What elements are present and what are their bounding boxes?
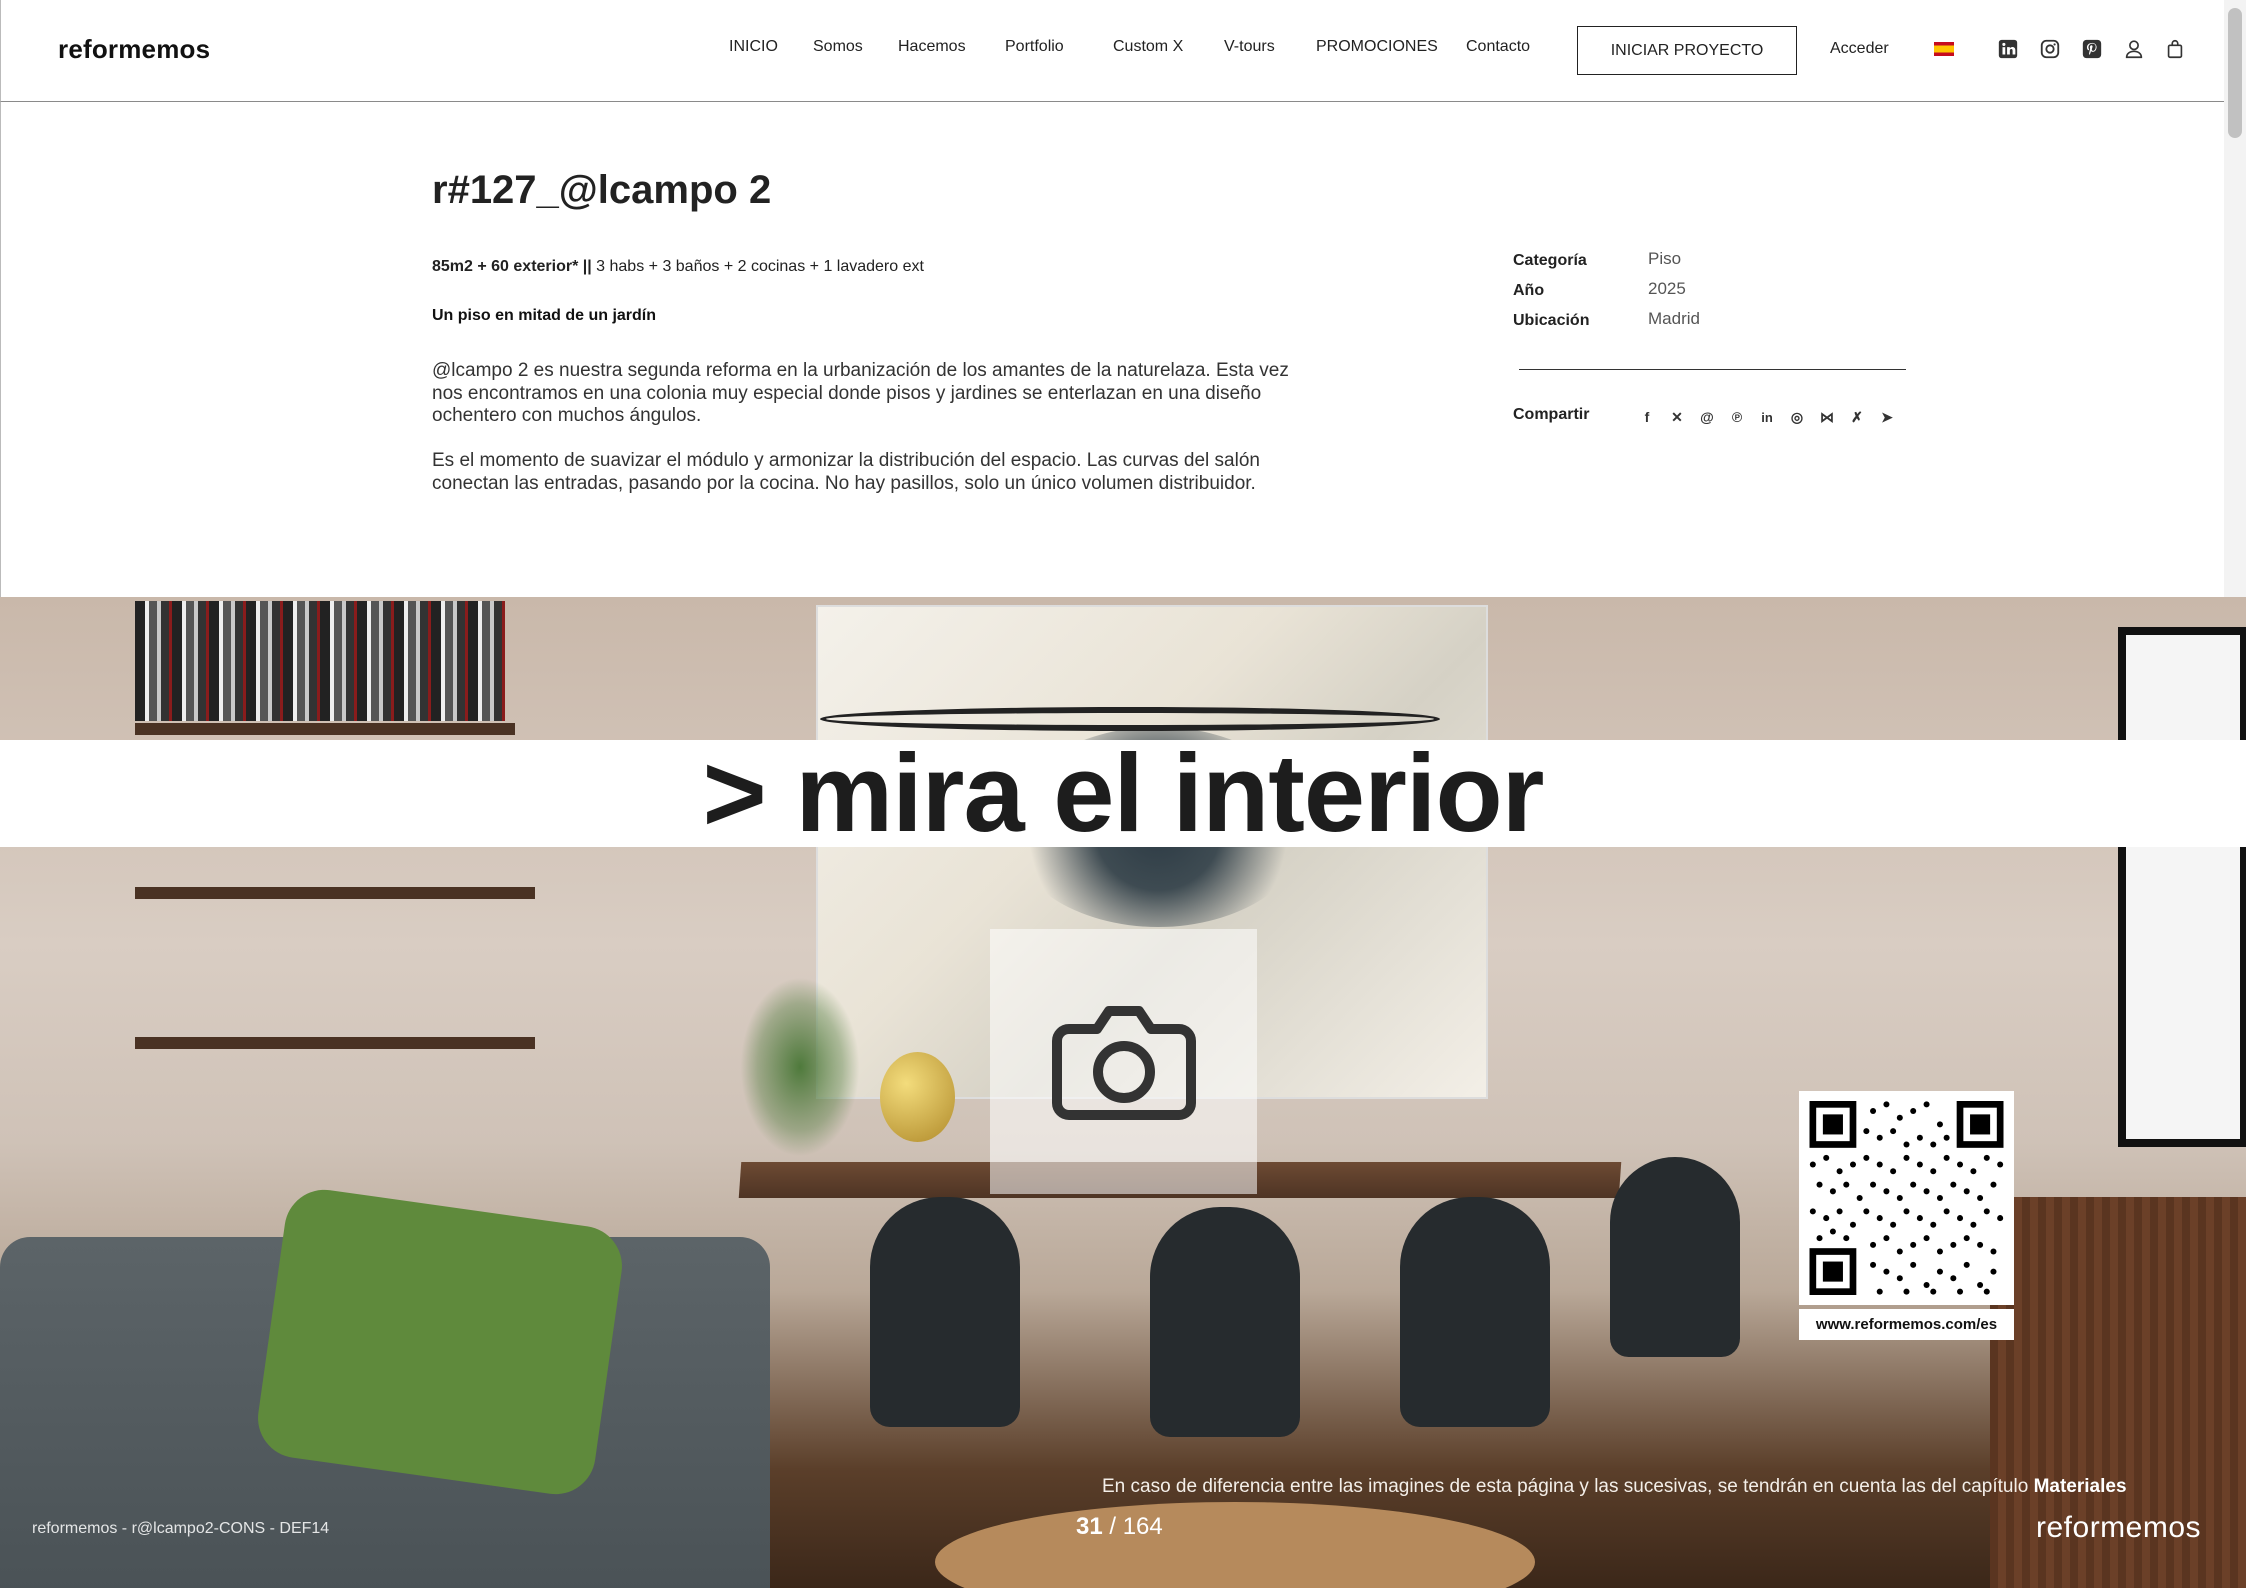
gold-vase xyxy=(880,1052,955,1142)
page-counter: 31 / 164 xyxy=(1076,1513,1163,1541)
plant xyxy=(740,977,860,1157)
pendant-lamp xyxy=(820,707,1440,731)
footer-logo: reformemos xyxy=(2036,1511,2202,1544)
disclaimer-bold: Materiales xyxy=(2033,1476,2127,1497)
shelf xyxy=(135,1037,535,1049)
meta-key: Año xyxy=(1513,282,1545,299)
camera-icon[interactable] xyxy=(990,929,1257,1194)
site-header: reformemos INICIO Somos Hacemos Portfoli… xyxy=(0,0,2224,102)
main-nav: INICIO Somos Hacemos Portfolio Custom X … xyxy=(1,38,2224,64)
nav-portfolio[interactable]: Portfolio xyxy=(1005,38,1064,56)
meta-key: Categoría xyxy=(1513,252,1587,269)
specs-rooms: 3 habs + 3 baños + 2 cocinas + 1 lavader… xyxy=(591,258,924,275)
facebook-icon[interactable]: f xyxy=(1638,408,1656,426)
instagram-icon[interactable] xyxy=(2039,38,2061,60)
nav-inicio[interactable]: INICIO xyxy=(729,38,778,56)
nav-promociones[interactable]: PROMOCIONES xyxy=(1316,38,1438,56)
meta-value: 2025 xyxy=(1648,279,1686,298)
bookshelf-books xyxy=(135,601,505,721)
pinterest-icon[interactable]: ℗ xyxy=(1728,408,1746,426)
chair xyxy=(1150,1207,1300,1437)
disclaimer-text: En caso de diferencia entre las imagines… xyxy=(1102,1476,2034,1497)
meta-key: Ubicación xyxy=(1513,312,1590,329)
qr-code-graphic xyxy=(1809,1101,2004,1295)
page-current: 31 xyxy=(1076,1513,1103,1540)
nav-somos[interactable]: Somos xyxy=(813,38,863,56)
xing-icon[interactable]: ✗ xyxy=(1848,408,1866,426)
x-icon[interactable]: ✕ xyxy=(1668,408,1686,426)
telegram-icon[interactable]: ➤ xyxy=(1878,408,1896,426)
shelf xyxy=(135,723,515,735)
camera-glyph xyxy=(1051,1006,1196,1120)
green-pillow xyxy=(252,1184,628,1500)
start-project-button[interactable]: INICIAR PROYECTO xyxy=(1577,26,1797,75)
nav-v-tours[interactable]: V-tours xyxy=(1224,38,1275,56)
banner-text[interactable]: > mira el interior xyxy=(0,739,2246,849)
linkedin-icon[interactable] xyxy=(1997,38,2019,60)
project-description: @lcampo 2 es nuestra segunda reforma en … xyxy=(432,360,1312,518)
bluesky-icon[interactable]: ⋈ xyxy=(1818,408,1836,426)
project-tagline: Un piso en mitad de un jardín xyxy=(432,307,657,324)
description-paragraph-2: Es el momento de suavizar el módulo y ar… xyxy=(432,450,1260,494)
meta-divider xyxy=(1519,369,1906,370)
project-title: r#127_@lcampo 2 xyxy=(432,168,772,212)
meta-value: Madrid xyxy=(1648,309,1700,328)
interior-hero-image: > mira el interior www.reformemos.com/es… xyxy=(0,597,2246,1588)
project-content xyxy=(0,102,2224,597)
scrollbar-thumb[interactable] xyxy=(2228,8,2242,138)
nav-contacto[interactable]: Contacto xyxy=(1466,38,1530,56)
qr-code[interactable] xyxy=(1799,1091,2014,1305)
whatsapp-icon[interactable]: ◎ xyxy=(1788,408,1806,426)
chair xyxy=(870,1197,1020,1427)
shelf xyxy=(135,887,535,899)
page-total: / 164 xyxy=(1102,1513,1163,1540)
interior-banner[interactable]: > mira el interior xyxy=(0,739,2246,849)
footer-code: reformemos - r@lcampo2-CONS - DEF14 xyxy=(32,1520,330,1537)
project-specs: 85m2 + 60 exterior* || 3 habs + 3 baños … xyxy=(432,258,924,276)
user-icon[interactable] xyxy=(2123,38,2145,60)
nav-custom-x[interactable]: Custom X xyxy=(1113,38,1183,56)
share-label: Compartir xyxy=(1513,406,1590,423)
bag-icon[interactable] xyxy=(2164,38,2186,60)
tv-screen xyxy=(2118,627,2246,1147)
linkedin-icon[interactable]: in xyxy=(1758,408,1776,426)
threads-icon[interactable]: @ xyxy=(1698,408,1716,426)
nav-hacemos[interactable]: Hacemos xyxy=(898,38,966,56)
description-paragraph-1: @lcampo 2 es nuestra segunda reforma en … xyxy=(432,360,1289,426)
specs-surface: 85m2 + 60 exterior* || xyxy=(432,258,592,275)
es-flag-icon[interactable] xyxy=(1934,42,1954,56)
chair xyxy=(1610,1157,1740,1357)
pinterest-icon[interactable] xyxy=(2081,38,2103,60)
meta-value[interactable]: Piso xyxy=(1648,249,1681,269)
login-link[interactable]: Acceder xyxy=(1830,40,1889,58)
qr-url[interactable]: www.reformemos.com/es xyxy=(1799,1309,2014,1340)
chair xyxy=(1400,1197,1550,1427)
disclaimer: En caso de diferencia entre las imagines… xyxy=(1102,1476,2127,1498)
